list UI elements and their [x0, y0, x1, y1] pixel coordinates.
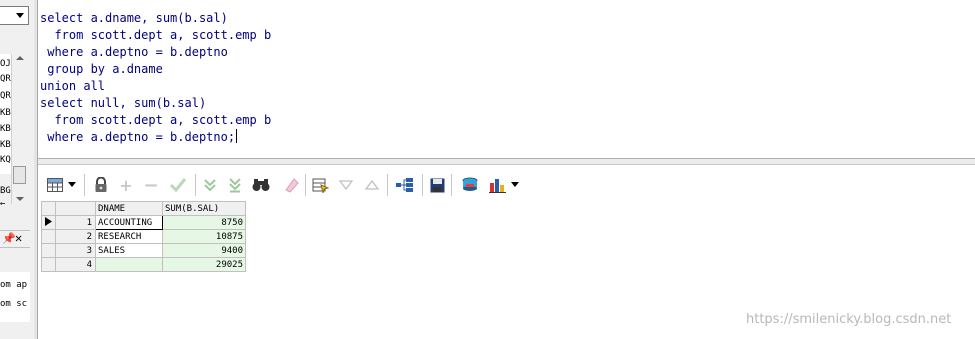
- row-number[interactable]: 1: [55, 215, 96, 230]
- row-indicator: [41, 257, 56, 272]
- export-icon[interactable]: [395, 176, 415, 194]
- close-icon[interactable]: ✕: [15, 231, 22, 245]
- toolbar-separator: [195, 174, 197, 196]
- list-item[interactable]: om ap: [0, 280, 27, 290]
- cell-dname[interactable]: ACCOUNTING: [95, 215, 163, 230]
- code-line: union all: [40, 79, 106, 93]
- code-line: where a.deptno = b.deptno: [40, 45, 228, 59]
- cell-dname[interactable]: RESEARCH: [95, 229, 163, 244]
- scroll-up-icon[interactable]: [16, 56, 24, 60]
- lock-icon[interactable]: [93, 176, 109, 194]
- code-line-last: where a.deptno = b.deptno;: [40, 129, 271, 146]
- current-row-indicator: [41, 215, 56, 230]
- code-line: group by a.dname: [40, 62, 163, 76]
- grid-header-row: DNAME SUM(B.SAL): [41, 201, 246, 216]
- fetch-next-icon[interactable]: [201, 176, 219, 194]
- header-rownum-cell: [55, 201, 96, 216]
- delete-record-icon[interactable]: −: [143, 175, 159, 196]
- code-line: from scott.dept a, scott.emp b: [40, 28, 272, 42]
- cell-sum-sal[interactable]: 8750: [162, 215, 246, 230]
- next-query-icon[interactable]: [364, 176, 380, 194]
- cell-sum-sal[interactable]: 10875: [162, 229, 246, 244]
- chevron-down-icon[interactable]: [67, 176, 77, 194]
- add-record-icon[interactable]: +: [118, 176, 134, 195]
- grid-toolbar: + −: [38, 165, 975, 201]
- row-number[interactable]: 3: [55, 243, 96, 258]
- code-line: from scott.dept a, scott.emp b: [40, 113, 272, 127]
- list-scrollbar[interactable]: [11, 54, 28, 204]
- list-item[interactable]: ←: [0, 199, 5, 209]
- cell-sum-sal[interactable]: 29025: [162, 257, 246, 272]
- query-browser-icon[interactable]: [460, 176, 480, 194]
- code-line: where a.deptno = b.deptno;: [40, 130, 236, 144]
- toolbar-separator: [387, 174, 389, 196]
- toolbar-separator: [84, 174, 86, 196]
- chart-icon[interactable]: [488, 176, 508, 194]
- cell-sum-sal[interactable]: 9400: [162, 243, 246, 258]
- list-item[interactable]: BG: [0, 186, 11, 196]
- results-grid[interactable]: DNAME SUM(B.SAL) 1 ACCOUNTING 8750 2 RES…: [41, 201, 246, 272]
- code-line: select null, sum(b.sal): [40, 96, 207, 110]
- scroll-down-icon[interactable]: [16, 197, 24, 201]
- chevron-down-icon: [16, 13, 24, 18]
- table-row[interactable]: 2 RESEARCH 10875: [41, 229, 246, 244]
- table-row[interactable]: 4 29025: [41, 257, 246, 272]
- window-list: om ap om sc: [0, 272, 30, 322]
- post-changes-icon[interactable]: [168, 176, 188, 194]
- column-header-dname[interactable]: DNAME: [95, 201, 163, 216]
- query-by-example-icon[interactable]: [311, 176, 329, 194]
- panel-header: 📌 ✕: [0, 230, 30, 248]
- watermark-text: https://smilenicky.blog.csdn.net: [746, 312, 952, 327]
- toolbar-separator: [451, 174, 453, 196]
- table-row[interactable]: 1 ACCOUNTING 8750: [41, 215, 246, 230]
- object-browser-panel: OJI QRS QRS KBA KBI KBC KQI BG ← 📌 ✕ om …: [0, 0, 35, 339]
- sql-editor[interactable]: select a.dname, sum(b.sal) from scott.de…: [38, 0, 975, 159]
- grid-view-icon[interactable]: [46, 176, 64, 194]
- row-indicator: [41, 243, 56, 258]
- sql-code: select a.dname, sum(b.sal) from scott.de…: [40, 10, 271, 146]
- scroll-thumb[interactable]: [13, 166, 26, 184]
- chevron-down-icon[interactable]: [510, 176, 520, 194]
- row-number[interactable]: 2: [55, 229, 96, 244]
- list-item[interactable]: om sc: [0, 299, 27, 309]
- fetch-last-icon[interactable]: [226, 176, 244, 194]
- row-number[interactable]: 4: [55, 257, 96, 272]
- cell-dname[interactable]: [95, 257, 163, 272]
- find-icon[interactable]: [252, 176, 270, 194]
- cell-dname[interactable]: SALES: [95, 243, 163, 258]
- row-indicator: [41, 229, 56, 244]
- text-caret: [236, 129, 238, 143]
- header-indicator-cell: [41, 201, 56, 216]
- toolbar-separator: [305, 174, 307, 196]
- code-line: select a.dname, sum(b.sal): [40, 11, 228, 25]
- pin-icon[interactable]: 📌: [2, 232, 16, 245]
- clear-icon[interactable]: [282, 176, 300, 194]
- save-icon[interactable]: [429, 176, 445, 194]
- column-header-sum-sal[interactable]: SUM(B.SAL): [162, 201, 246, 216]
- toolbar-separator: [422, 174, 424, 196]
- table-row[interactable]: 3 SALES 9400: [41, 243, 246, 258]
- object-type-dropdown[interactable]: [0, 6, 29, 25]
- previous-query-icon[interactable]: [338, 176, 354, 194]
